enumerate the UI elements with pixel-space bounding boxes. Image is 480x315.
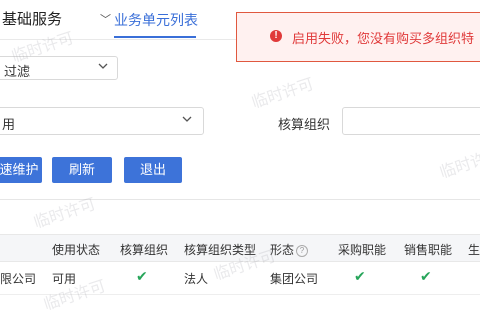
quick-maintain-button[interactable]: 速维护 (0, 157, 42, 183)
error-icon: ! (270, 30, 282, 42)
watermark: 临时许可 (249, 75, 316, 112)
check-icon: ✔ (136, 268, 148, 284)
cell-form: 集团公司 (270, 272, 319, 286)
status-select-value: 用 (2, 117, 16, 132)
column-header-status[interactable]: 使用状态 (52, 241, 100, 258)
column-header-sales[interactable]: 销售职能 (404, 241, 452, 258)
chevron-down-icon[interactable] (182, 115, 192, 126)
check-icon: ✔ (354, 268, 366, 284)
accounting-org-label: 核算组织 (278, 117, 331, 132)
active-tab-indicator (114, 36, 196, 38)
exit-button[interactable]: 退出 (124, 157, 182, 183)
watermark: 临时许可 (31, 195, 98, 232)
check-icon: ✔ (420, 268, 432, 284)
watermark: 临时许可 (437, 145, 480, 182)
tab-business-unit-list[interactable]: 业务单元列表 (114, 10, 198, 30)
column-header-form[interactable]: 形态? (270, 241, 309, 258)
cell-name[interactable]: 限公司 (0, 270, 36, 287)
chevron-down-icon[interactable]: ﹀ (100, 11, 111, 27)
error-toast-message: 启用失败，您没有购买多组织特 (292, 31, 475, 46)
app-title[interactable]: 基础服务 (2, 8, 62, 29)
help-icon[interactable]: ? (296, 244, 309, 257)
accounting-org-input[interactable] (342, 107, 480, 135)
cell-org-type: 法人 (184, 272, 209, 286)
refresh-button[interactable]: 刷新 (52, 157, 112, 183)
status-select[interactable] (0, 107, 204, 135)
column-header-accounting-org[interactable]: 核算组织 (120, 241, 168, 258)
chevron-down-icon[interactable] (98, 62, 108, 73)
column-header-production[interactable]: 生 (468, 241, 480, 258)
column-header-purchase[interactable]: 采购职能 (338, 241, 386, 258)
